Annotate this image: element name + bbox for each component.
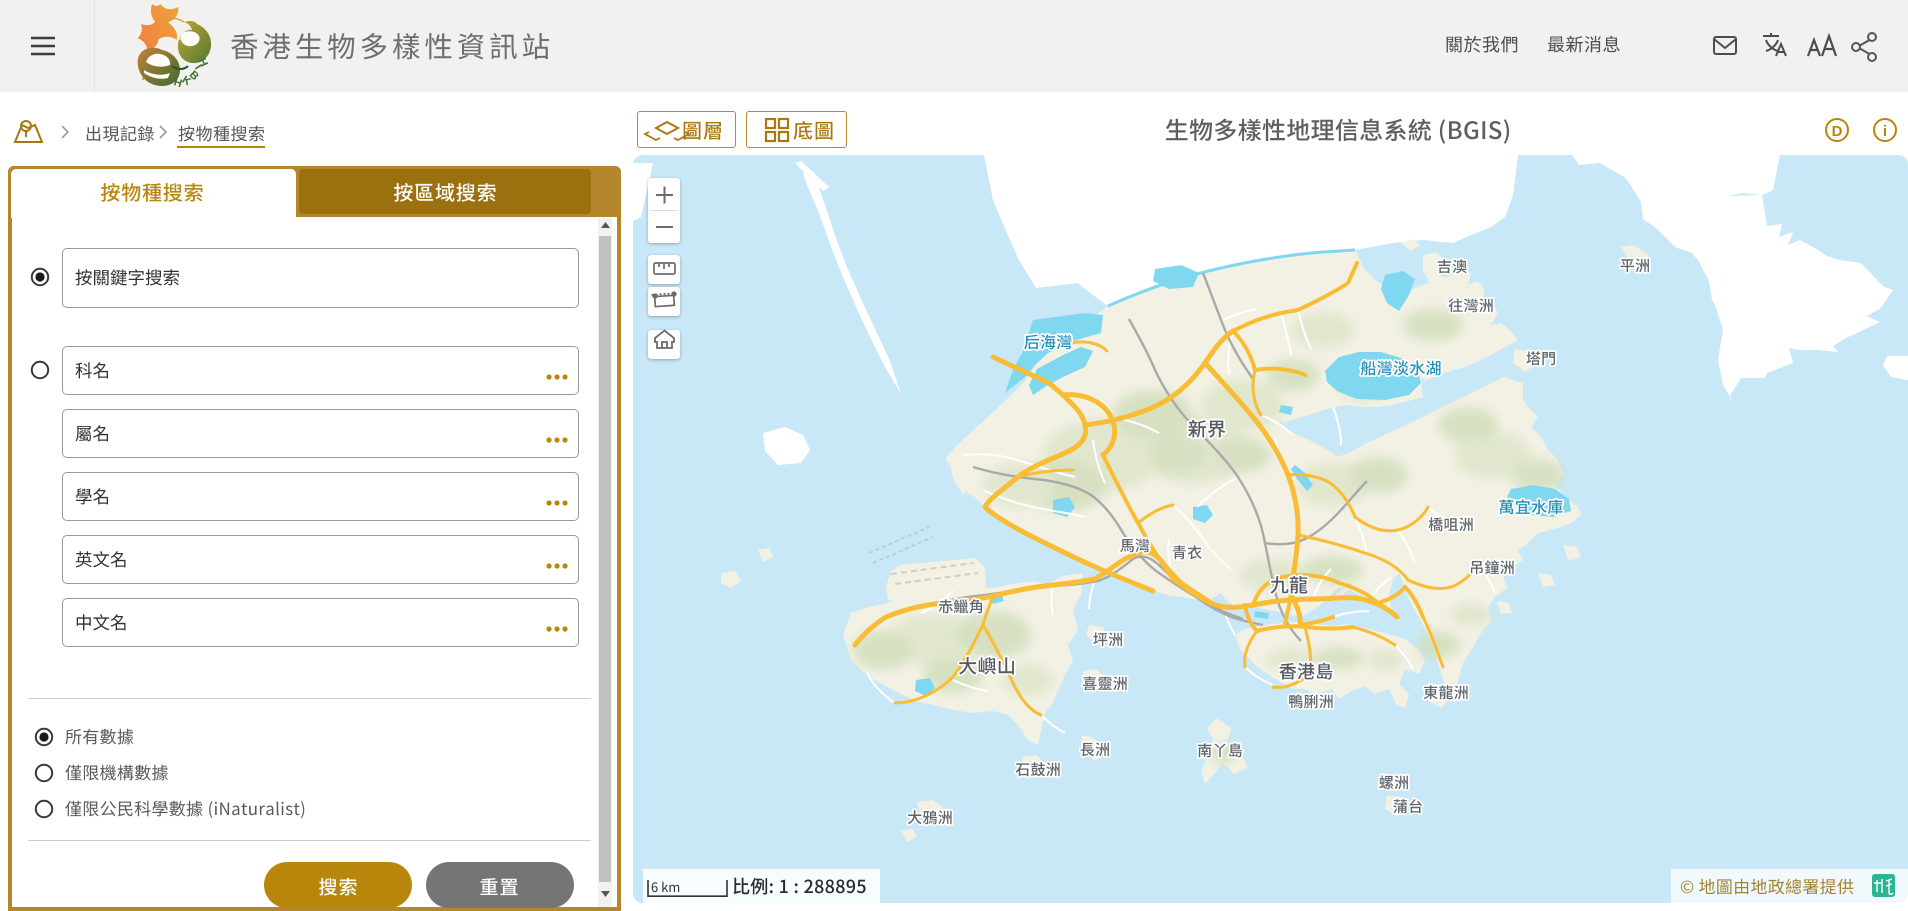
svg-text:i: i — [1883, 123, 1887, 140]
svg-text:D: D — [1832, 123, 1843, 140]
